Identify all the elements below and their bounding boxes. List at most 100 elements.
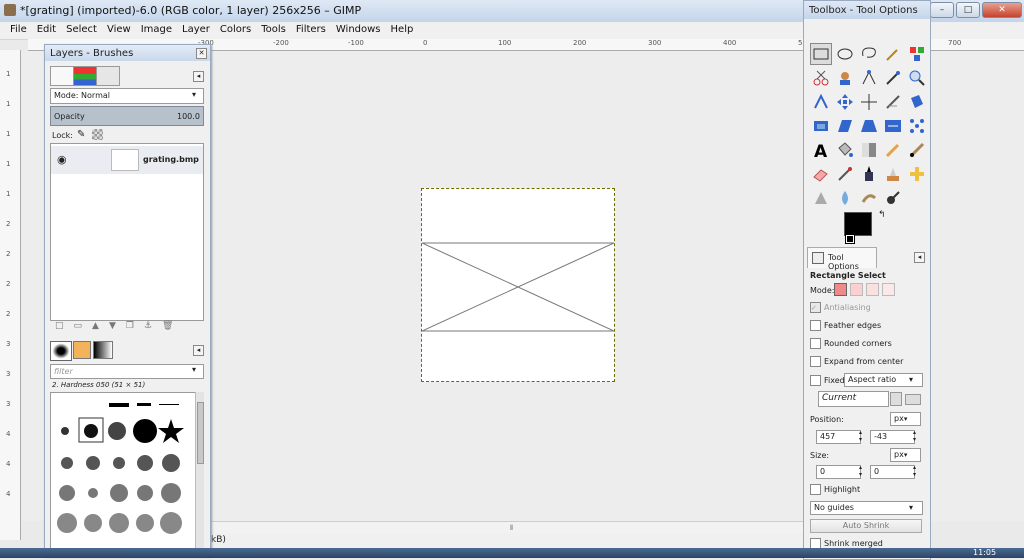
feather-edges-checkbox[interactable] xyxy=(810,320,821,331)
menu-image[interactable]: Image xyxy=(136,22,177,35)
position-x-field[interactable]: 457 xyxy=(816,430,861,444)
fixed-mode-select[interactable]: Aspect ratio ▾ xyxy=(844,373,923,387)
menu-edit[interactable]: Edit xyxy=(32,22,61,35)
clone-tool-icon[interactable] xyxy=(882,163,904,185)
swap-colors-icon[interactable]: ↰ xyxy=(878,210,886,220)
brushes-tab-icon[interactable] xyxy=(50,341,72,361)
brush-filter-field[interactable]: filter ▾ xyxy=(50,364,204,379)
new-layer-icon[interactable]: □ xyxy=(55,321,64,335)
menu-windows[interactable]: Windows xyxy=(331,22,386,35)
layer-row[interactable]: ◉ grating.bmp xyxy=(51,146,203,174)
layers-tab-icon[interactable] xyxy=(50,66,74,86)
guides-select[interactable]: No guides ▾ xyxy=(810,501,923,515)
stepper-icon[interactable]: ▴ ▾ xyxy=(913,429,916,443)
alpha-lock-icon[interactable] xyxy=(92,129,103,140)
menu-colors[interactable]: Colors xyxy=(215,22,256,35)
vertical-ruler[interactable]: 1 1 1 1 1 2 2 2 2 3 3 3 4 4 4 xyxy=(0,50,21,540)
position-unit-select[interactable]: px▾ xyxy=(890,412,921,426)
rect-select-tool-icon[interactable] xyxy=(810,43,832,65)
menu-view[interactable]: View xyxy=(102,22,136,35)
portrait-icon[interactable] xyxy=(890,392,902,406)
expand-from-center-checkbox[interactable] xyxy=(810,356,821,367)
paintbrush-tool-icon[interactable] xyxy=(906,139,928,161)
paths-tab-icon[interactable] xyxy=(96,66,120,86)
text-tool-icon[interactable]: A xyxy=(810,139,832,162)
raise-layer-icon[interactable]: ▲ xyxy=(92,321,99,335)
duplicate-layer-icon[interactable]: ❐ xyxy=(126,321,134,335)
layer-mode-select[interactable]: Mode: Normal ▾ xyxy=(50,88,204,104)
layer-name[interactable]: grating.bmp xyxy=(143,155,199,164)
menu-tools[interactable]: Tools xyxy=(256,22,291,35)
add-mode-icon[interactable] xyxy=(850,283,863,296)
cage-transform-tool-icon[interactable] xyxy=(906,115,928,137)
delete-layer-icon[interactable]: 🗑 xyxy=(162,321,173,335)
image-canvas[interactable] xyxy=(421,188,615,382)
lasso-tool-icon[interactable] xyxy=(858,43,880,65)
dock-close-icon[interactable]: ✕ xyxy=(196,48,207,59)
tab-menu-icon[interactable]: ◂ xyxy=(914,252,925,263)
gradients-tab-icon[interactable] xyxy=(93,341,113,359)
menu-select[interactable]: Select xyxy=(61,22,102,35)
zoom-tool-icon[interactable] xyxy=(906,67,928,89)
select-by-color-tool-icon[interactable] xyxy=(906,43,928,65)
flip-tool-icon[interactable] xyxy=(882,115,904,137)
ellipse-select-tool-icon[interactable] xyxy=(834,43,856,65)
size-unit-select[interactable]: px▾ xyxy=(890,448,921,462)
folder-icon[interactable]: ▭ xyxy=(74,321,83,335)
menu-help[interactable]: Help xyxy=(386,22,419,35)
patterns-tab-icon[interactable] xyxy=(73,341,91,359)
antialiasing-checkbox[interactable]: ✓ xyxy=(810,302,821,313)
opacity-slider[interactable]: Opacity 100.0 xyxy=(50,106,204,126)
stepper-icon[interactable]: ▴ ▾ xyxy=(859,464,862,478)
move-tool-icon[interactable] xyxy=(834,91,856,113)
eye-icon[interactable]: ◉ xyxy=(57,153,67,166)
airbrush-tool-icon[interactable] xyxy=(834,163,856,185)
brush-grid-scrollbar[interactable] xyxy=(195,392,204,552)
size-width-field[interactable]: 0 xyxy=(816,465,861,479)
stepper-icon[interactable]: ▴ ▾ xyxy=(859,429,862,443)
ink-tool-icon[interactable] xyxy=(858,163,880,185)
smudge-tool-icon[interactable] xyxy=(858,187,880,209)
scale-tool-icon[interactable] xyxy=(810,115,832,137)
lower-layer-icon[interactable]: ▼ xyxy=(109,321,116,335)
foreground-color-swatch[interactable] xyxy=(844,212,872,236)
foreground-select-tool-icon[interactable] xyxy=(834,67,856,89)
size-height-field[interactable]: 0 xyxy=(870,465,915,479)
fixed-checkbox[interactable] xyxy=(810,375,821,386)
channels-tab-icon[interactable] xyxy=(73,66,97,86)
highlight-checkbox[interactable] xyxy=(810,484,821,495)
perspective-tool-icon[interactable] xyxy=(858,115,880,137)
fuzzy-select-tool-icon[interactable] xyxy=(882,43,904,65)
perspective-clone-tool-icon[interactable] xyxy=(810,187,832,209)
close-button[interactable]: ✕ xyxy=(982,2,1022,18)
measure-tool-icon[interactable] xyxy=(810,91,832,113)
replace-mode-icon[interactable] xyxy=(834,283,847,296)
paths-tool-icon[interactable] xyxy=(858,67,880,89)
blend-tool-icon[interactable] xyxy=(858,139,880,161)
maximize-button[interactable]: □ xyxy=(956,2,980,18)
menu-layer[interactable]: Layer xyxy=(177,22,215,35)
stepper-icon[interactable]: ▴ ▾ xyxy=(913,464,916,478)
heal-tool-icon[interactable] xyxy=(906,163,928,185)
pencil-tool-icon[interactable] xyxy=(882,139,904,161)
menu-filters[interactable]: Filters xyxy=(291,22,331,35)
eraser-tool-icon[interactable] xyxy=(810,163,832,185)
auto-shrink-button[interactable]: Auto Shrink xyxy=(810,519,922,533)
dodge-burn-tool-icon[interactable] xyxy=(882,187,904,209)
rounded-corners-checkbox[interactable] xyxy=(810,338,821,349)
menu-file[interactable]: File xyxy=(0,22,32,35)
scrollbar-thumb[interactable] xyxy=(197,402,204,464)
shear-tool-icon[interactable] xyxy=(834,115,856,137)
tab-tool-options[interactable]: Tool Options xyxy=(807,247,877,271)
tab-menu-icon[interactable]: ◂ xyxy=(193,345,204,356)
minimize-button[interactable]: – xyxy=(930,2,954,18)
align-tool-icon[interactable] xyxy=(858,91,880,113)
color-picker-tool-icon[interactable] xyxy=(882,67,904,89)
scissors-tool-icon[interactable] xyxy=(810,67,832,89)
anchor-icon[interactable]: ⚓ xyxy=(144,321,152,335)
tab-menu-icon[interactable]: ◂ xyxy=(193,71,204,82)
bucket-fill-tool-icon[interactable] xyxy=(834,139,856,161)
brush-grid[interactable] xyxy=(50,392,197,554)
subtract-mode-icon[interactable] xyxy=(866,283,879,296)
rotate-tool-icon[interactable] xyxy=(906,91,928,113)
